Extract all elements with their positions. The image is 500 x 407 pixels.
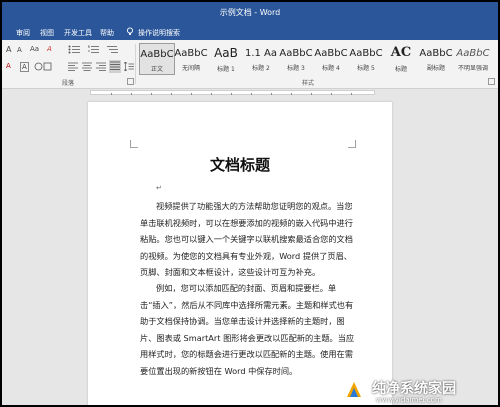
ruler-tick bbox=[211, 93, 212, 95]
ruler-tick bbox=[251, 93, 252, 95]
style-heading-3[interactable]: AaBbC 标题 3 bbox=[279, 43, 313, 73]
document-page[interactable]: 文档标题 ↵ 视频提供了功能强大的方法帮助您证明您的观点。当您单击联机视频时，可… bbox=[88, 102, 392, 405]
tab-developer[interactable]: 开发工具 bbox=[64, 28, 92, 38]
styles-group-label: 样式 bbox=[302, 80, 315, 87]
watermark-logo-icon bbox=[338, 375, 370, 405]
ruler-tick bbox=[311, 93, 312, 95]
clear-format-button[interactable]: A bbox=[47, 45, 52, 53]
style-no-spacing[interactable]: AaBbC 无间隔 bbox=[174, 43, 208, 73]
style-normal[interactable]: AaBbC 正文 bbox=[139, 43, 175, 75]
style-heading-4[interactable]: AaBbC 标题 4 bbox=[314, 43, 348, 73]
style-heading-2[interactable]: 1.1 Aa 标题 2 bbox=[244, 43, 278, 73]
paragraph-group-label: 段落 bbox=[62, 80, 75, 87]
tell-me-search[interactable]: 操作说明搜索 bbox=[138, 28, 180, 38]
ruler-track bbox=[90, 90, 375, 95]
ruler-tick bbox=[271, 93, 272, 95]
align-center-icon[interactable] bbox=[82, 62, 92, 73]
horizontal-ruler[interactable] bbox=[2, 89, 498, 96]
align-left-icon[interactable] bbox=[68, 62, 78, 73]
ruler-tick bbox=[111, 93, 112, 95]
ruler-tick bbox=[331, 93, 332, 95]
watermark-text: 纯净系统家园 bbox=[372, 381, 456, 397]
enclose-char-button[interactable] bbox=[34, 62, 52, 73]
paragraph-mark-icon: ↵ bbox=[156, 184, 162, 192]
title-bar: 示例文档 - Word bbox=[2, 2, 498, 24]
shrink-font-button[interactable]: A bbox=[17, 46, 22, 54]
site-watermark: 纯净系统家园 www.yidaimei.com bbox=[338, 375, 498, 405]
lightbulb-icon bbox=[126, 27, 134, 38]
bullets-icon[interactable] bbox=[68, 45, 82, 56]
ruler-tick bbox=[351, 93, 352, 95]
ribbon: A A Aa A A A 段落 AaBbC 正文 AaBbC 无间隔 AaB 标… bbox=[2, 40, 498, 89]
window-title: 示例文档 - Word bbox=[219, 8, 281, 17]
line-spacing-icon[interactable] bbox=[123, 61, 134, 73]
justify-icon[interactable] bbox=[109, 60, 121, 73]
ruler-tick bbox=[151, 93, 152, 95]
ruler-tick bbox=[191, 93, 192, 95]
numbering-icon[interactable] bbox=[87, 45, 101, 56]
style-heading-1[interactable]: AaB 标题 1 bbox=[209, 43, 243, 73]
style-heading-5[interactable]: AaBbC 标题 5 bbox=[349, 43, 383, 73]
style-subtle-emphasis[interactable]: AaBbC 不明显强调 bbox=[454, 43, 492, 73]
multilevel-list-icon[interactable] bbox=[106, 45, 120, 56]
tab-help[interactable]: 帮助 bbox=[100, 28, 114, 38]
tab-view[interactable]: 视图 bbox=[40, 28, 54, 38]
crop-mark-icon bbox=[130, 140, 138, 148]
watermark-url: www.yidaimei.com bbox=[376, 396, 442, 404]
style-subtitle[interactable]: AaBbC 副标题 bbox=[419, 43, 453, 73]
word-window: 示例文档 - Word 审阅 视图 开发工具 帮助 操作说明搜索 A A Aa … bbox=[2, 2, 498, 405]
grow-font-button[interactable]: A bbox=[6, 45, 11, 54]
styles-dialog-launcher-icon[interactable] bbox=[488, 78, 495, 85]
tab-review[interactable]: 审阅 bbox=[16, 28, 30, 38]
ruler-tick bbox=[171, 93, 172, 95]
style-title[interactable]: AC 标题 bbox=[384, 43, 418, 73]
paragraph-dialog-launcher-icon[interactable] bbox=[127, 78, 134, 85]
document-title: 文档标题 bbox=[209, 156, 270, 174]
ruler-tick bbox=[131, 93, 132, 95]
char-border-button[interactable]: A bbox=[20, 62, 29, 72]
ruler-tick bbox=[231, 93, 232, 95]
ribbon-separator bbox=[135, 44, 136, 84]
body-paragraph: 例如，您可以添加匹配的封面、页眉和提要栏。单击“插入”，然后从不同库中选择所需元… bbox=[140, 283, 355, 376]
change-case-button[interactable]: Aa bbox=[30, 45, 39, 53]
body-paragraph: 视频提供了功能强大的方法帮助您证明您的观点。当您单击联机视频时，可以在想要添加的… bbox=[140, 201, 353, 277]
align-right-icon[interactable] bbox=[96, 62, 106, 73]
ruler-tick bbox=[291, 93, 292, 95]
menu-bar: 审阅 视图 开发工具 帮助 操作说明搜索 bbox=[2, 24, 498, 40]
font-color-button[interactable]: A bbox=[6, 62, 11, 70]
crop-mark-icon bbox=[348, 140, 356, 148]
